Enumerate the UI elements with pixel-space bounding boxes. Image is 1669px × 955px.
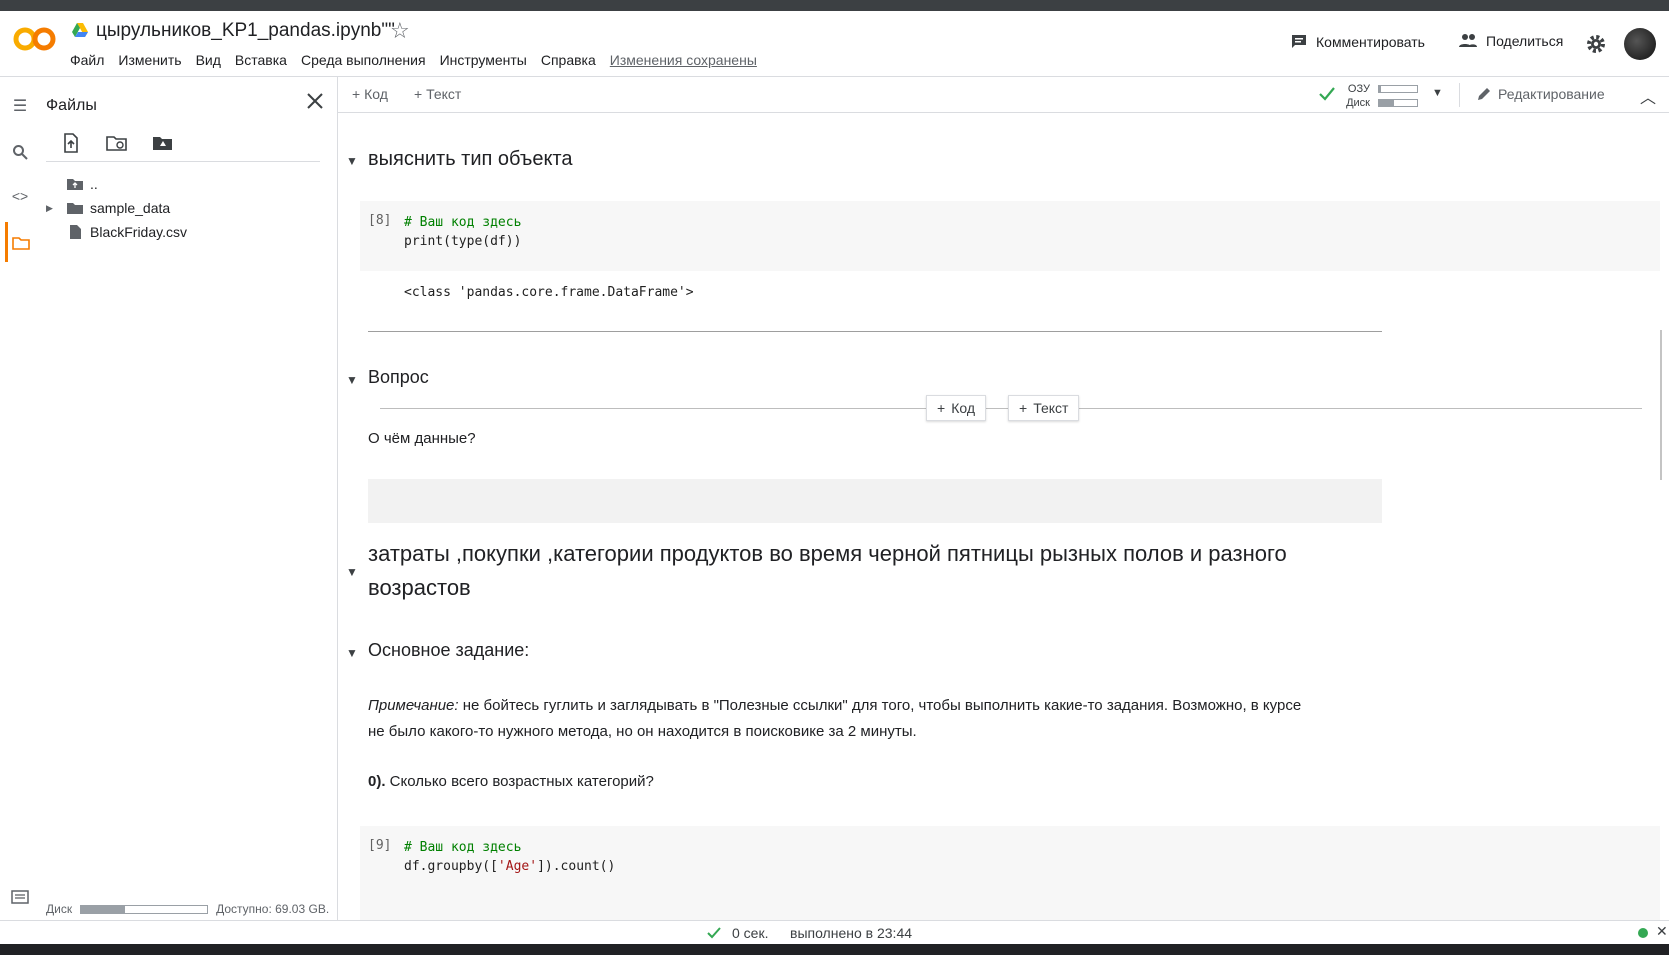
disk-label: Диск [46,902,73,916]
tree-item-blackfriday-csv[interactable]: BlackFriday.csv [46,220,187,244]
section-heading-question: Вопрос [368,367,429,387]
menu-help[interactable]: Справка [541,52,596,68]
add-code-button[interactable]: + Код [352,86,388,102]
add-text-button[interactable]: + Текст [414,86,461,102]
file-tree: .. ▶ sample_data BlackFriday.csv [46,172,187,244]
editing-mode-button[interactable]: Редактирование [1476,86,1605,102]
comment-icon [1292,35,1306,48]
code-cell-8[interactable]: [8] # Ваш код здесь print(type(df)) [360,201,1660,271]
browser-top-strip [0,0,1669,11]
tree-item-sample-data[interactable]: ▶ sample_data [46,196,187,220]
share-button[interactable]: Поделиться [1458,33,1563,49]
check-icon [1319,87,1335,101]
menu-runtime[interactable]: Среда выполнения [301,52,426,68]
collapse-section-icon[interactable]: ▼ [346,646,358,660]
disk-free-text: Доступно: 69.03 GB. [216,902,330,916]
terminal-icon[interactable] [11,890,29,904]
drive-icon [72,23,88,37]
collapse-section-icon[interactable]: ▼ [346,154,358,168]
menu-tools[interactable]: Инструменты [440,52,527,68]
tree-item-label: BlackFriday.csv [90,224,187,240]
star-icon[interactable]: ☆ [390,18,410,44]
disk-usage-bar [80,904,209,914]
cell-prompt[interactable]: [8] [368,213,391,228]
status-bar: 0 сек. выполнено в 23:44 ✕ [0,920,1669,944]
gear-icon[interactable] [1586,34,1606,54]
menu-insert[interactable]: Вставка [235,52,287,68]
ram-bar [1378,85,1418,93]
table-of-contents-icon[interactable]: ☰ [10,96,30,116]
os-taskbar [0,944,1669,955]
cell-output: <class 'pandas.core.frame.DataFrame'> [404,285,694,300]
check-icon [707,927,721,939]
folder-icon[interactable] [12,236,30,250]
menu-file[interactable]: Файл [70,52,104,68]
active-indicator [5,222,8,262]
tree-item-label: .. [90,176,98,192]
tree-item-label: sample_data [90,200,171,216]
section-heading-main: Основное задание: [368,640,530,660]
disk-bar [1378,99,1418,107]
comment-button[interactable]: Комментировать [1290,33,1425,51]
horizontal-rule [368,331,1382,332]
notebook-title[interactable]: цырульников_KP1_pandas.ipynb"" [96,20,395,42]
editing-mode-label: Редактирование [1498,86,1605,102]
answer-heading: затраты ,покупки ,категории продуктов во… [368,541,1287,600]
menu-edit[interactable]: Изменить [118,52,181,68]
folder-icon [67,203,83,214]
menu-bar: Файл Изменить Вид Вставка Среда выполнен… [70,52,757,68]
folder-up-icon [67,179,83,190]
people-icon [1459,34,1477,47]
refresh-folder-icon[interactable] [106,132,128,154]
collapse-section-icon[interactable]: ▼ [346,565,358,579]
tree-item-parent[interactable]: .. [46,172,187,196]
execution-time: 0 сек. [732,925,769,941]
question-0: 0). Сколько всего возрастных категорий? [368,773,654,790]
comment-label: Комментировать [1316,34,1425,50]
insert-code-button[interactable]: + Код [926,395,986,421]
close-icon[interactable] [306,92,324,110]
file-icon [70,225,81,239]
scrollbar[interactable] [1660,330,1662,480]
note-label: Примечание: [368,697,459,714]
mount-drive-icon[interactable] [152,132,174,154]
cell-prompt[interactable]: [9] [368,838,391,853]
disk-usage: Диск Доступно: 69.03 GB. [46,902,329,916]
pencil-icon [1478,88,1490,100]
avatar[interactable] [1624,28,1656,60]
status-dot [1638,928,1648,938]
menu-view[interactable]: Вид [196,52,221,68]
ram-label: ОЗУ [1347,83,1370,95]
expand-arrow-icon[interactable]: ▶ [46,203,60,214]
empty-text-cell[interactable] [368,479,1382,523]
section-heading-type: выяснить тип объекта [368,148,573,170]
notebook-content: ▼ выяснить тип объекта [8] # Ваш код зде… [338,113,1669,920]
cell-code[interactable]: # Ваш код здесь df.groupby(['Age']).coun… [404,838,615,876]
resources-dropdown-icon[interactable]: ▼ [1432,87,1443,99]
collapse-header-icon[interactable]: ︿ [1640,84,1656,108]
files-toolbar [60,132,174,154]
upload-file-icon[interactable] [60,132,82,154]
toolbar-separator [1459,83,1460,107]
files-panel-title: Файлы [46,97,97,114]
code-snippets-icon[interactable]: <> [10,188,30,208]
share-label: Поделиться [1486,33,1564,49]
note-paragraph: Примечание: не бойтесь гуглить и загляды… [368,697,1302,740]
cell-code[interactable]: # Ваш код здесь print(type(df)) [404,213,521,251]
colab-logo[interactable] [12,24,58,54]
saved-status-link[interactable]: Изменения сохранены [610,52,757,68]
question-text: О чём данные? [368,430,476,447]
collapse-section-icon[interactable]: ▼ [346,373,358,387]
disk-label: Диск [1346,97,1370,109]
execution-finished: выполнено в 23:44 [790,925,913,941]
search-icon[interactable] [12,144,28,160]
code-cell-9[interactable]: [9] # Ваш код здесь df.groupby(['Age']).… [360,826,1660,920]
insert-text-button[interactable]: + Текст [1008,395,1080,421]
files-separator [46,161,320,162]
close-status-icon[interactable]: ✕ [1656,923,1668,940]
